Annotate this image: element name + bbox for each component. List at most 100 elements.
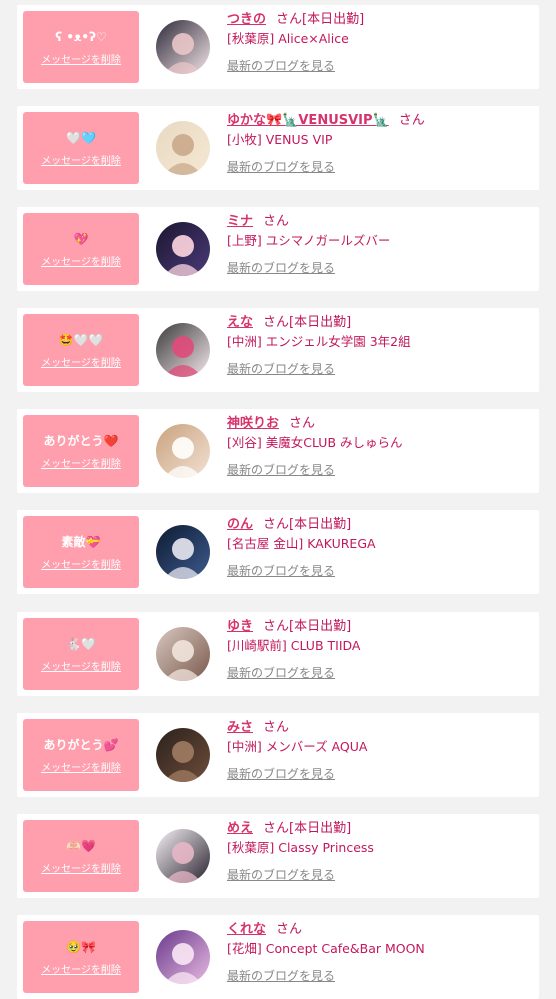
avatar[interactable] — [156, 829, 210, 883]
cast-name-link[interactable]: ミナ — [227, 214, 253, 229]
cast-info: のん さん[本日出勤] [名古屋 金山] KAKUREGA 最新のブログを見る — [227, 512, 535, 582]
cast-info: くれな さん [花畑] Concept Cafe&Bar MOON 最新のブログを見る — [227, 917, 535, 987]
delete-message-link[interactable]: メッセージを削除 — [41, 658, 121, 673]
honorific: さん — [276, 922, 303, 937]
avatar[interactable] — [156, 424, 210, 478]
list-item: ʕ •ᴥ•ʔ♡ メッセージを削除 つきの さん[本日出勤] [秋葉原] Alice×Al… — [17, 5, 539, 89]
cast-name-link[interactable]: のん — [227, 517, 253, 532]
latest-blog-link[interactable]: 最新のブログを見る — [227, 156, 535, 178]
cast-info: つきの さん[本日出勤] [秋葉原] Alice×Alice 最新のブログを見る — [227, 7, 535, 77]
status-badge: [本日出勤] — [289, 315, 352, 330]
cast-name-link[interactable]: みさ — [227, 720, 253, 735]
shop-name: [名古屋 金山] KAKUREGA — [227, 536, 376, 551]
delete-message-link[interactable]: メッセージを削除 — [41, 759, 121, 774]
cast-name-link[interactable]: えな — [227, 315, 253, 330]
latest-blog-link[interactable]: 最新のブログを見る — [227, 662, 535, 684]
list-item: 素敵💝 メッセージを削除 のん さん[本日出勤] [名古屋 金山] KAKUREGA 最新… — [17, 510, 539, 594]
latest-blog-link[interactable]: 最新のブログを見る — [227, 560, 535, 582]
cast-info: 神咲りお さん [刈谷] 美魔女CLUB みしゅらん最新のブログを見る — [227, 411, 535, 481]
cast-info: ミナ さん [上野] ユシマノガールズバー 最新のブログを見る — [227, 209, 535, 279]
message-box: 💖 メッセージを削除 — [23, 213, 139, 285]
avatar[interactable] — [156, 525, 210, 579]
latest-blog-link[interactable]: 最新のブログを見る — [227, 965, 535, 987]
list-item: 🤍🩵 メッセージを削除 ゆかな🎀🗽VENUSVIP🗽 さん [小牧] VENUS VIP… — [17, 106, 539, 190]
message-box: 🐇🤍 メッセージを削除 — [23, 618, 139, 690]
status-badge: [本日出勤] — [302, 12, 365, 27]
avatar-image — [156, 930, 210, 984]
cast-info: えな さん[本日出勤] [中洲] エンジェル女学園 3年2組最新のブログを見る — [227, 310, 535, 380]
avatar[interactable] — [156, 627, 210, 681]
status-badge: [本日出勤] — [289, 821, 352, 836]
avatar[interactable] — [156, 222, 210, 276]
message-box: ʕ •ᴥ•ʔ♡ メッセージを削除 — [23, 11, 139, 83]
list-item: ありがとう💕 メッセージを削除 みさ さん [中洲] メンバーズ AQUA 最新のブログを… — [17, 713, 539, 797]
cast-name-link[interactable]: つきの — [227, 12, 266, 27]
honorific: さん — [276, 12, 303, 27]
delete-message-link[interactable]: メッセージを削除 — [41, 961, 121, 976]
shop-name: [中洲] メンバーズ AQUA — [227, 739, 368, 754]
shop-name: [小牧] VENUS VIP — [227, 132, 333, 147]
cast-name-link[interactable]: くれな — [227, 922, 266, 937]
avatar-image — [156, 525, 210, 579]
avatar-image — [156, 424, 210, 478]
message-text: ありがとう💕 — [43, 737, 119, 752]
cast-name-link[interactable]: 神咲りお — [227, 416, 279, 431]
latest-blog-link[interactable]: 最新のブログを見る — [227, 257, 535, 279]
delete-message-link[interactable]: メッセージを削除 — [41, 354, 121, 369]
honorific: さん — [263, 720, 290, 735]
avatar[interactable] — [156, 121, 210, 175]
message-text: 🫶🏻💗 — [66, 838, 96, 853]
avatar-image — [156, 627, 210, 681]
cast-name-link[interactable]: ゆかな🎀🗽VENUSVIP🗽 — [227, 113, 389, 128]
list-item: 💖 メッセージを削除 ミナ さん [上野] ユシマノガールズバー 最新のブログを見る — [17, 207, 539, 291]
avatar[interactable] — [156, 930, 210, 984]
avatar-image — [156, 222, 210, 276]
latest-blog-link[interactable]: 最新のブログを見る — [227, 358, 535, 380]
cast-info: ゆかな🎀🗽VENUSVIP🗽 さん [小牧] VENUS VIP 最新のブログを見る — [227, 108, 535, 178]
shop-name: [花畑] Concept Cafe&Bar MOON — [227, 941, 425, 956]
cast-info: みさ さん [中洲] メンバーズ AQUA 最新のブログを見る — [227, 715, 535, 785]
avatar[interactable] — [156, 20, 210, 74]
list-item: 🐇🤍 メッセージを削除 ゆき さん[本日出勤] [川崎駅前] CLUB TIIDA 最新の… — [17, 612, 539, 696]
delete-message-link[interactable]: メッセージを削除 — [41, 556, 121, 571]
avatar-image — [156, 323, 210, 377]
status-badge: [本日出勤] — [289, 517, 352, 532]
message-text: 🤩🤍🤍 — [58, 332, 104, 347]
message-box: 🤩🤍🤍 メッセージを削除 — [23, 314, 139, 386]
message-text: 🐇🤍 — [66, 636, 96, 651]
message-text: 💖 — [73, 231, 89, 246]
cast-info: ゆき さん[本日出勤] [川崎駅前] CLUB TIIDA 最新のブログを見る — [227, 614, 535, 684]
latest-blog-link[interactable]: 最新のブログを見る — [227, 459, 535, 481]
cast-name-link[interactable]: めえ — [227, 821, 253, 836]
latest-blog-link[interactable]: 最新のブログを見る — [227, 763, 535, 785]
message-box: 🫶🏻💗 メッセージを削除 — [23, 820, 139, 892]
cast-info: めえ さん[本日出勤] [秋葉原] Classy Princess 最新のブログを見る — [227, 816, 535, 886]
latest-blog-link[interactable]: 最新のブログを見る — [227, 55, 535, 77]
shop-name: [秋葉原] Classy Princess — [227, 840, 374, 855]
cast-name-link[interactable]: ゆき — [227, 619, 253, 634]
list-item: 🤩🤍🤍 メッセージを削除 えな さん[本日出勤] [中洲] エンジェル女学園 3年2組最… — [17, 308, 539, 392]
delete-message-link[interactable]: メッセージを削除 — [41, 860, 121, 875]
latest-blog-link[interactable]: 最新のブログを見る — [227, 864, 535, 886]
avatar[interactable] — [156, 728, 210, 782]
message-box: 🥹🎀 メッセージを削除 — [23, 921, 139, 993]
honorific: さん — [263, 315, 290, 330]
avatar[interactable] — [156, 323, 210, 377]
delete-message-link[interactable]: メッセージを削除 — [41, 51, 121, 66]
shop-name: [秋葉原] Alice×Alice — [227, 31, 349, 46]
avatar-image — [156, 121, 210, 175]
list-item: ありがとう❤️ メッセージを削除 神咲りお さん [刈谷] 美魔女CLUB みしゅらん最… — [17, 409, 539, 493]
delete-message-link[interactable]: メッセージを削除 — [41, 152, 121, 167]
message-list: ʕ •ᴥ•ʔ♡ メッセージを削除 つきの さん[本日出勤] [秋葉原] Alice×Al… — [0, 0, 556, 999]
message-box: ありがとう❤️ メッセージを削除 — [23, 415, 139, 487]
message-text: ʕ •ᴥ•ʔ♡ — [55, 29, 107, 44]
shop-name: [刈谷] 美魔女CLUB みしゅらん — [227, 435, 403, 450]
delete-message-link[interactable]: メッセージを削除 — [41, 253, 121, 268]
message-text: 素敵💝 — [61, 534, 101, 549]
shop-name: [川崎駅前] CLUB TIIDA — [227, 638, 361, 653]
honorific: さん — [289, 416, 316, 431]
avatar-image — [156, 728, 210, 782]
shop-name: [中洲] エンジェル女学園 3年2組 — [227, 334, 411, 349]
message-box: 🤍🩵 メッセージを削除 — [23, 112, 139, 184]
delete-message-link[interactable]: メッセージを削除 — [41, 455, 121, 470]
